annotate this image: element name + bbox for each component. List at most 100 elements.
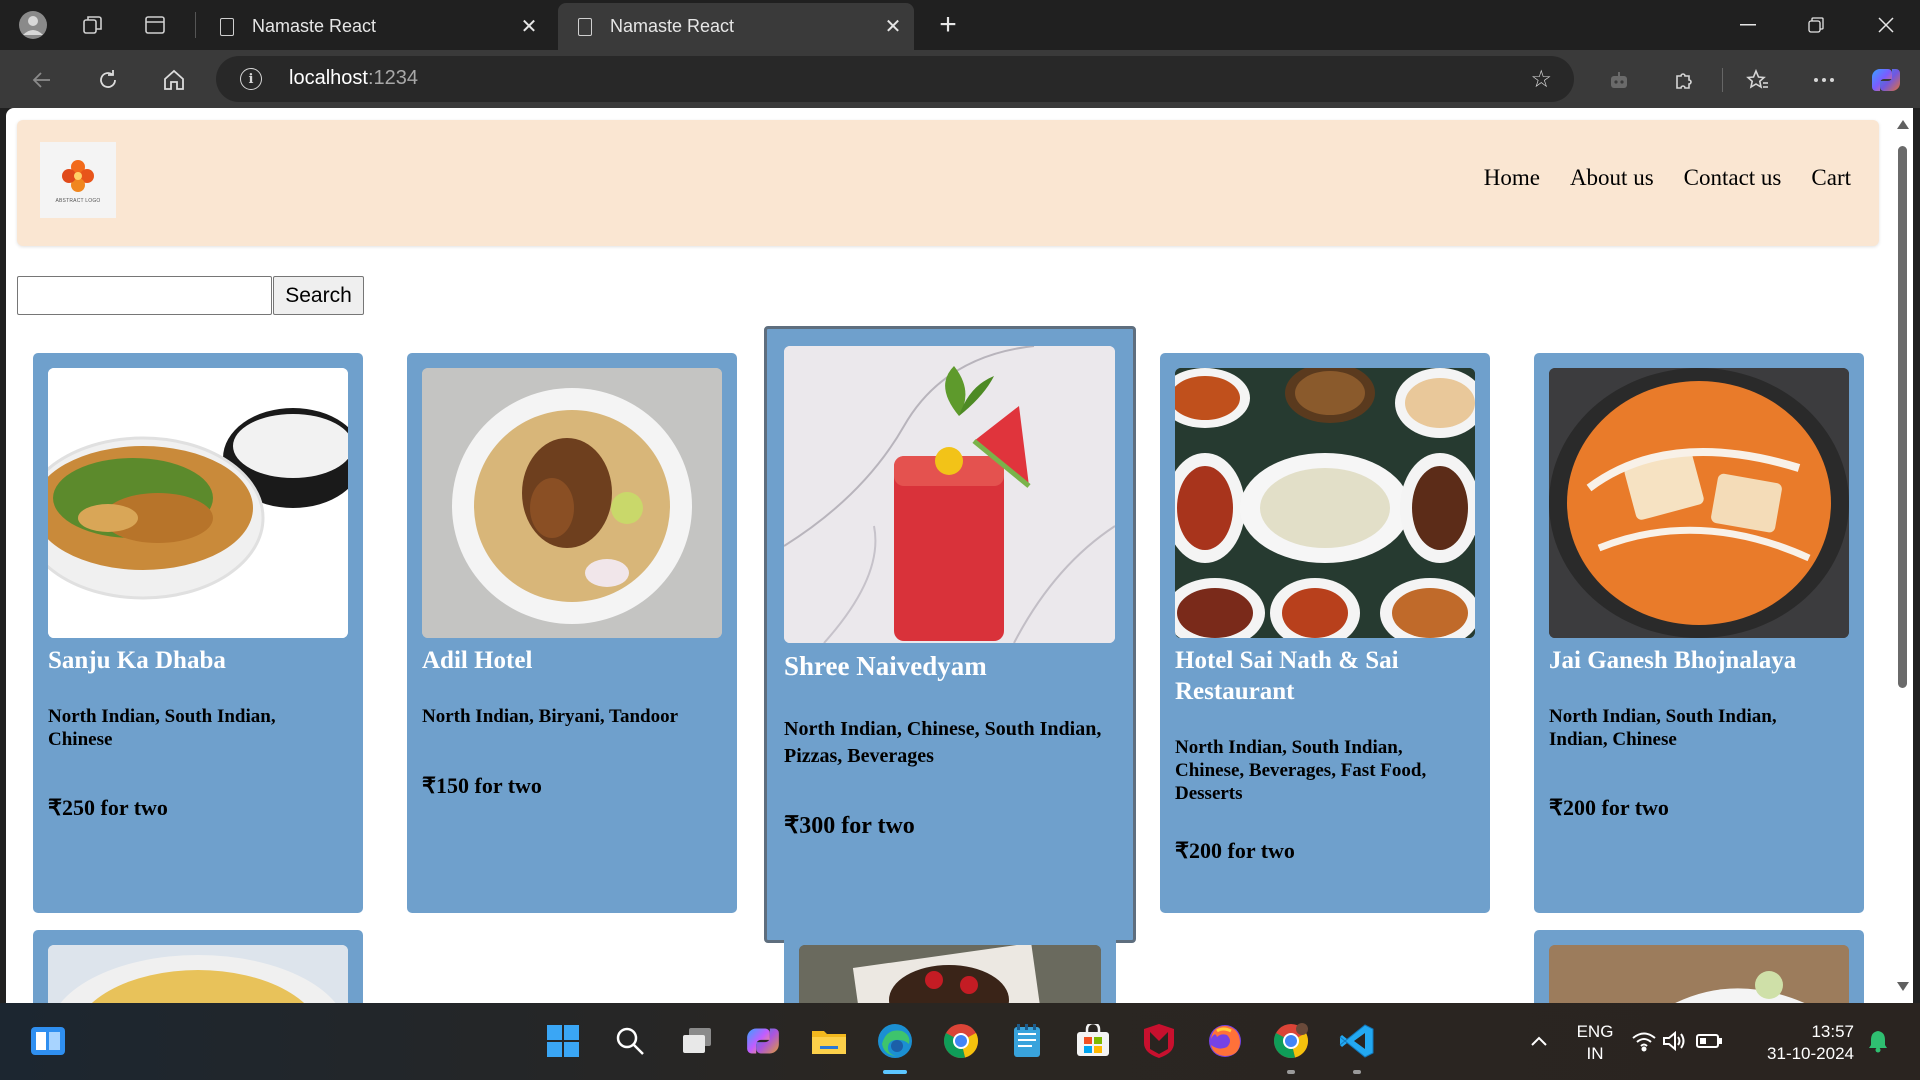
active-app-indicator bbox=[883, 1070, 907, 1074]
search-icon[interactable] bbox=[609, 1020, 651, 1062]
scroll-down-arrow-icon[interactable] bbox=[1897, 982, 1909, 991]
toolbar-divider bbox=[1722, 68, 1723, 92]
restaurant-card[interactable]: Jai Ganesh Bhojnalaya North Indian, Sout… bbox=[1534, 353, 1864, 913]
favorites-icon[interactable] bbox=[1740, 62, 1776, 98]
home-icon[interactable] bbox=[156, 62, 192, 98]
clock[interactable]: 13:57 31-10-2024 bbox=[1756, 1021, 1854, 1065]
favorite-star-icon[interactable]: ☆ bbox=[1530, 65, 1552, 94]
extensions-icon[interactable] bbox=[1666, 62, 1702, 98]
restaurant-card[interactable] bbox=[784, 930, 1116, 1003]
language-indicator[interactable]: ENG IN bbox=[1570, 1021, 1620, 1065]
search-bar: Search bbox=[17, 276, 364, 315]
language-code: ENG bbox=[1576, 1022, 1614, 1041]
restaurant-card[interactable]: Adil Hotel North Indian, Biryani, Tandoo… bbox=[407, 353, 737, 913]
windows-start-icon[interactable] bbox=[542, 1020, 584, 1062]
url-port: :1234 bbox=[367, 67, 418, 89]
page-viewport: ABSTRACT LOGO Home About us Contact us C… bbox=[6, 108, 1893, 1003]
edge-browser-icon[interactable] bbox=[874, 1020, 916, 1074]
nav-home[interactable]: Home bbox=[1484, 165, 1540, 191]
region-code: IN bbox=[1586, 1044, 1604, 1063]
main-nav: Home About us Contact us Cart bbox=[1484, 165, 1851, 191]
page-icon bbox=[578, 17, 592, 36]
copilot-app-icon[interactable] bbox=[742, 1020, 784, 1062]
chevron-up-icon[interactable] bbox=[1518, 1020, 1560, 1062]
restaurant-name: Adil Hotel bbox=[422, 647, 533, 674]
notepad-icon[interactable] bbox=[1006, 1020, 1048, 1062]
site-header: ABSTRACT LOGO Home About us Contact us C… bbox=[17, 120, 1879, 246]
restaurant-name: Jai Ganesh Bhojnalaya bbox=[1549, 647, 1797, 674]
window-close-button[interactable] bbox=[1852, 0, 1920, 50]
restaurant-price: ₹150 for two bbox=[422, 773, 542, 798]
restaurant-card[interactable] bbox=[33, 930, 363, 1003]
logo-text: ABSTRACT LOGO bbox=[55, 198, 101, 204]
page-icon bbox=[220, 17, 234, 36]
restaurant-price: ₹250 for two bbox=[48, 795, 168, 820]
battery-icon[interactable] bbox=[1694, 1020, 1724, 1062]
chrome-profile-icon[interactable] bbox=[1270, 1020, 1312, 1074]
volume-icon[interactable] bbox=[1660, 1020, 1690, 1062]
restaurant-cuisines: North Indian, Biryani, Tandoor bbox=[422, 706, 679, 727]
restaurant-image bbox=[784, 346, 1115, 643]
page-scrollbar[interactable] bbox=[1893, 108, 1913, 1003]
restaurant-card[interactable] bbox=[1534, 930, 1864, 1003]
browser-tab-bar: Namaste React ✕ Namaste React ✕ + bbox=[0, 0, 1920, 50]
vertical-tabs-icon[interactable] bbox=[138, 8, 172, 42]
tab-namaste-react-2[interactable]: Namaste React ✕ bbox=[558, 3, 914, 50]
scroll-up-arrow-icon[interactable] bbox=[1897, 120, 1909, 129]
profile-avatar-icon[interactable] bbox=[16, 8, 50, 42]
file-explorer-icon[interactable] bbox=[808, 1020, 850, 1062]
nav-about-us[interactable]: About us bbox=[1570, 165, 1654, 191]
notification-bell-icon[interactable] bbox=[1858, 1020, 1898, 1062]
search-input[interactable] bbox=[17, 276, 272, 315]
address-bar[interactable]: i localhost:1234 ☆ bbox=[216, 56, 1574, 102]
copilot-icon[interactable] bbox=[1868, 62, 1904, 98]
restaurant-image bbox=[48, 368, 348, 638]
site-logo[interactable]: ABSTRACT LOGO bbox=[40, 142, 116, 218]
restaurant-cuisines: North Indian, Chinese, South Indian, Piz… bbox=[784, 718, 1102, 767]
widgets-icon[interactable] bbox=[27, 1020, 69, 1062]
restaurant-name: Hotel Sai Nath & Sai Restaurant bbox=[1175, 647, 1399, 705]
restaurant-image bbox=[799, 945, 1101, 1003]
restaurant-image bbox=[1175, 368, 1475, 638]
more-options-icon[interactable] bbox=[1806, 62, 1842, 98]
task-view-icon[interactable] bbox=[676, 1020, 718, 1062]
url-host: localhost bbox=[289, 67, 368, 89]
restaurant-card[interactable]: Shree Naivedyam North Indian, Chinese, S… bbox=[764, 326, 1136, 943]
restaurant-name: Sanju Ka Dhaba bbox=[48, 647, 226, 674]
running-app-indicator bbox=[1287, 1070, 1295, 1074]
tab-namaste-react-1[interactable]: Namaste React ✕ bbox=[200, 3, 550, 50]
refresh-icon[interactable] bbox=[90, 62, 126, 98]
workspaces-icon[interactable] bbox=[76, 8, 110, 42]
restaurant-card[interactable]: Hotel Sai Nath & Sai Restaurant North In… bbox=[1160, 353, 1490, 913]
new-tab-button[interactable]: + bbox=[931, 8, 965, 42]
nav-cart[interactable]: Cart bbox=[1811, 165, 1851, 191]
site-info-icon[interactable]: i bbox=[240, 68, 262, 90]
nav-contact-us[interactable]: Contact us bbox=[1684, 165, 1782, 191]
vscode-icon[interactable] bbox=[1336, 1020, 1378, 1074]
windows-taskbar: ENG IN 13:57 31-10-2024 bbox=[0, 1003, 1920, 1080]
restaurant-image bbox=[422, 368, 722, 638]
clock-date: 31-10-2024 bbox=[1767, 1044, 1854, 1063]
close-icon[interactable]: ✕ bbox=[878, 12, 908, 42]
restaurant-name: Shree Naivedyam bbox=[784, 651, 987, 681]
running-app-indicator bbox=[1353, 1070, 1361, 1074]
firefox-icon[interactable] bbox=[1204, 1020, 1246, 1062]
restaurant-cuisines: North Indian, South Indian, Chinese, Bev… bbox=[1175, 737, 1427, 804]
restaurant-card[interactable]: Sanju Ka Dhaba North Indian, South India… bbox=[33, 353, 363, 913]
microsoft-store-icon[interactable] bbox=[1072, 1020, 1114, 1062]
chrome-icon[interactable] bbox=[940, 1020, 982, 1062]
restaurant-image bbox=[1549, 368, 1849, 638]
wifi-icon[interactable] bbox=[1630, 1020, 1658, 1062]
close-icon[interactable]: ✕ bbox=[514, 12, 544, 42]
scroll-thumb[interactable] bbox=[1898, 146, 1907, 688]
restaurant-price: ₹300 for two bbox=[784, 813, 915, 839]
search-button[interactable]: Search bbox=[273, 276, 364, 315]
copilot-extension-icon[interactable] bbox=[1601, 62, 1637, 98]
minimize-button[interactable] bbox=[1714, 0, 1782, 50]
restore-button[interactable] bbox=[1782, 0, 1850, 50]
restaurant-image bbox=[48, 945, 348, 1003]
back-icon[interactable] bbox=[24, 62, 60, 98]
mcafee-icon[interactable] bbox=[1138, 1020, 1180, 1062]
tab-title: Namaste React bbox=[252, 16, 377, 36]
flower-logo-icon bbox=[62, 160, 94, 192]
